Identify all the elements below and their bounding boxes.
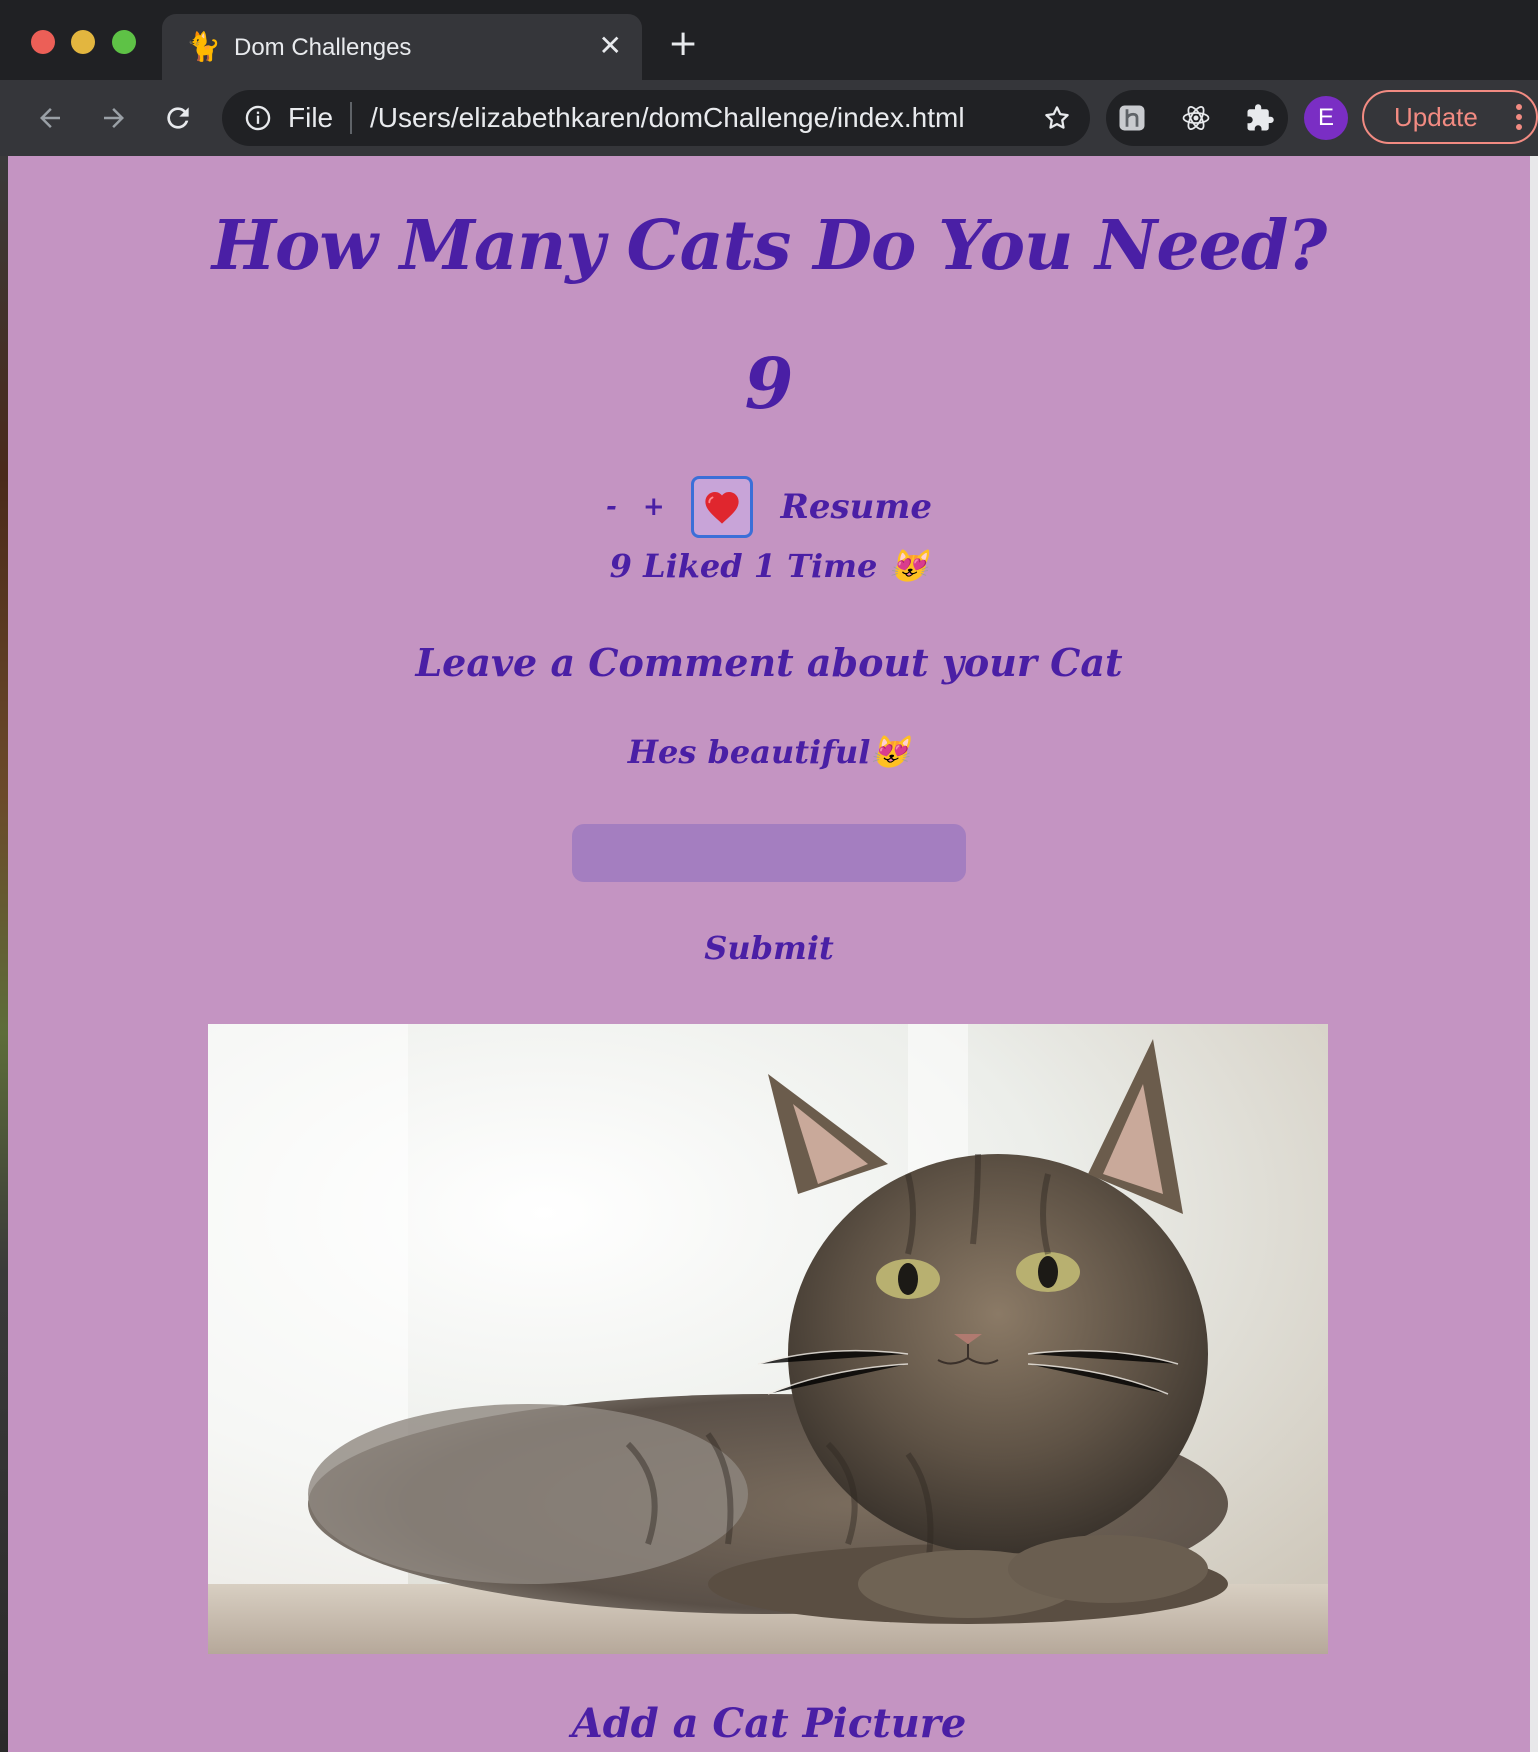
tab-strip: 🐈 Dom Challenges ✕ + (0, 0, 1538, 80)
tab-title: Dom Challenges (234, 34, 412, 61)
cat-photo (208, 1024, 1328, 1654)
back-icon[interactable] (28, 96, 72, 140)
extensions-puzzle-icon[interactable] (1244, 102, 1276, 134)
cat-favicon-icon: 🐈 (186, 30, 221, 63)
tab-dom-challenges[interactable]: 🐈 Dom Challenges ✕ (162, 14, 642, 80)
maximize-window-button[interactable] (112, 30, 136, 54)
comment-input[interactable] (572, 824, 966, 882)
close-window-button[interactable] (31, 30, 55, 54)
page-title: How Many Cats Do You Need? (211, 206, 1328, 286)
browser-window: 🐈 Dom Challenges ✕ + File /Users/elizabe… (0, 0, 1538, 1752)
comment-list-item: Hes beautiful😻 (627, 733, 911, 771)
profile-avatar[interactable]: E (1304, 96, 1348, 140)
url-separator (350, 102, 352, 134)
resume-button[interactable]: Resume (781, 487, 932, 527)
update-label: Update (1394, 102, 1478, 132)
reload-icon[interactable] (156, 96, 200, 140)
likes-list-item: 9 Liked 1 Time 😻 (609, 547, 929, 585)
address-bar[interactable]: File /Users/elizabethkaren/domChallenge/… (222, 90, 1090, 146)
url-scheme-label: File (288, 102, 334, 133)
cat-image (208, 1024, 1328, 1654)
new-tab-icon[interactable]: + (668, 26, 698, 62)
extensions-group (1106, 90, 1288, 146)
page-content: How Many Cats Do You Need? 9 - + Resume … (8, 156, 1530, 1752)
close-tab-icon[interactable]: ✕ (599, 30, 622, 62)
submit-row: Submit (8, 926, 1530, 970)
cat-counter: 9 (744, 342, 794, 425)
plus-button[interactable]: + (643, 492, 665, 522)
submit-button[interactable]: Submit (704, 929, 834, 967)
comment-heading: Leave a Comment about your Cat (415, 640, 1123, 685)
forward-icon[interactable] (92, 96, 136, 140)
browser-toolbar: File /Users/elizabethkaren/domChallenge/… (0, 80, 1538, 156)
background-window-edge (0, 156, 8, 1752)
bookmark-star-icon[interactable] (1042, 103, 1072, 137)
site-info-icon[interactable] (244, 104, 272, 136)
minus-button[interactable]: - (606, 492, 617, 522)
update-button[interactable]: Update (1362, 90, 1538, 144)
minimize-window-button[interactable] (71, 30, 95, 54)
add-picture-heading: Add a Cat Picture (571, 1700, 967, 1747)
heart-icon (704, 491, 739, 524)
like-button[interactable] (690, 476, 753, 538)
more-menu-icon[interactable] (1516, 104, 1522, 130)
window-scrollbar[interactable] (1530, 156, 1538, 1752)
react-devtools-icon[interactable] (1180, 102, 1212, 134)
url-text[interactable]: /Users/elizabethkaren/domChallenge/index… (370, 103, 965, 133)
extension-h-icon[interactable] (1116, 102, 1148, 134)
counter-controls: - + Resume (8, 474, 1530, 540)
